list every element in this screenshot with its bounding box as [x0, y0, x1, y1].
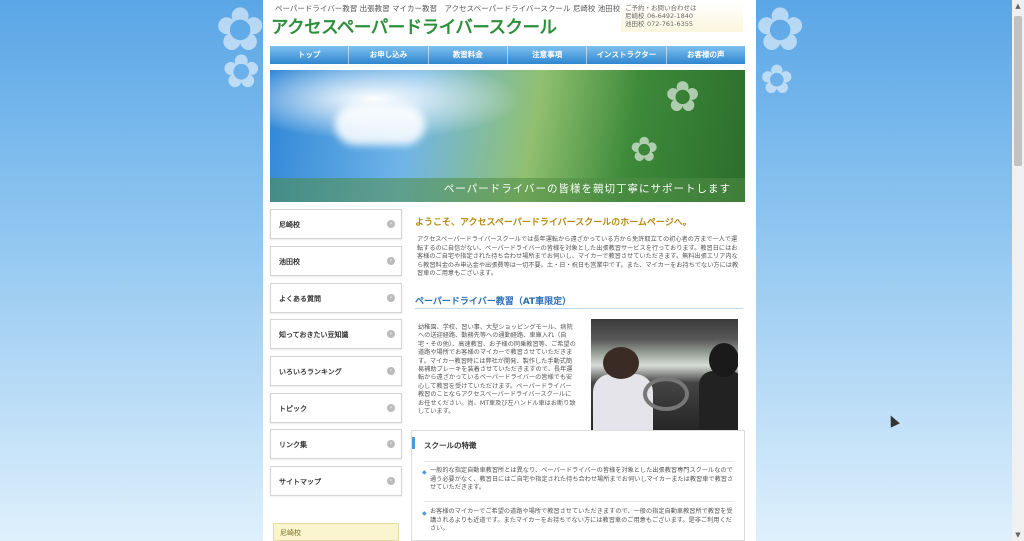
features-divider — [424, 501, 734, 502]
hero-cloud — [335, 105, 425, 145]
chevron-right-icon: › — [387, 404, 395, 412]
section-divider — [415, 308, 743, 309]
driving-lesson-photo — [591, 319, 738, 435]
flower-decoration-icon: ✿ — [755, 0, 806, 65]
features-divider — [424, 461, 734, 462]
sidebar-item-label: いろいろランキング — [279, 368, 342, 376]
chevron-right-icon: › — [387, 440, 395, 448]
contact-phone[interactable]: 072-761-6355 — [647, 20, 693, 28]
hero-banner: ✿ ✿ ペーパードライバーの皆様を親切丁寧にサポートします — [270, 70, 745, 202]
sidebar-school-box: 尼崎校 — [273, 523, 399, 541]
nav-fees[interactable]: 教習料金 — [429, 46, 508, 64]
nav-notes[interactable]: 注意事項 — [508, 46, 588, 64]
features-title: スクールの特徴 — [424, 441, 477, 450]
steering-wheel-icon — [643, 377, 689, 411]
chevron-right-icon: › — [387, 477, 395, 485]
contact-phone[interactable]: 06-6492-1840 — [647, 12, 693, 20]
photo-student-head — [709, 343, 738, 377]
bullet-icon: ◆ — [422, 510, 427, 517]
nav-top[interactable]: トップ — [270, 46, 350, 64]
nav-voice[interactable]: お客様の声 — [667, 46, 745, 64]
mouse-cursor-icon — [886, 413, 900, 428]
main-nav: トップ お申し込み 教習料金 注意事項 インストラクター お客様の声 — [270, 46, 745, 64]
sidebar-item-topics[interactable]: トピック › — [270, 393, 402, 423]
chevron-right-icon: › — [387, 367, 395, 375]
feature-item: 一般的な指定自動車教習所とは異なり、ペーパードライバーの皆様を対象とした出張教習… — [430, 467, 734, 492]
sidebar-item-label: 尼崎校 — [279, 221, 300, 229]
sidebar-item-links[interactable]: リンク集 › — [270, 429, 402, 459]
sidebar-item-ikeda[interactable]: 池田校 › — [270, 246, 402, 276]
photo-instructor — [593, 374, 653, 435]
feature-item: お客様のマイカーでご希望の道路や場所で教習させていただきますので、一般の指定自動… — [430, 508, 733, 533]
features-title-bar — [412, 437, 415, 449]
contact-row: 尼崎校 06-6492-1840 — [625, 12, 739, 20]
scroll-down-icon[interactable]: ▼ — [1012, 529, 1024, 541]
nav-apply[interactable]: お申し込み — [349, 46, 429, 64]
sidebar-item-label: 知っておきたい豆知識 — [279, 331, 349, 339]
photo-student — [699, 371, 738, 435]
chevron-right-icon: › — [387, 330, 395, 338]
flower-decoration-icon: ✿ — [222, 44, 261, 98]
nav-instructor[interactable]: インストラクター — [587, 46, 667, 64]
leaf-decoration-icon: ✿ — [630, 130, 659, 170]
contact-box: ご予約・お問い合わせは 尼崎校 06-6492-1840 池田校 072-761-6… — [621, 2, 743, 32]
sidebar-item-sitemap[interactable]: サイトマップ › — [270, 466, 402, 496]
sidebar-item-amagasaki[interactable]: 尼崎校 › — [270, 209, 402, 239]
scroll-up-icon[interactable]: ▲ — [1012, 0, 1024, 12]
features-box: スクールの特徴 ◆ 一般的な指定自動車教習所とは異なり、ペーパードライバーの皆様… — [411, 430, 745, 541]
sidebar-item-label: 池田校 — [279, 258, 300, 266]
chevron-right-icon: › — [387, 220, 395, 228]
sidebar-item-ranking[interactable]: いろいろランキング › — [270, 356, 402, 386]
site-tagline: ペーパードライバー教習 出張教習 マイカー教習 アクセスペーパードライバースクー… — [275, 4, 621, 13]
sidebar-item-label: よくある質問 — [279, 295, 321, 303]
welcome-heading: ようこそ、アクセスペーパードライバースクールのホームページへ。 — [415, 218, 692, 228]
chevron-right-icon: › — [387, 294, 395, 302]
scrollbar-thumb[interactable] — [1014, 16, 1022, 166]
flower-decoration-icon: ✿ — [760, 57, 794, 103]
leaf-decoration-icon: ✿ — [665, 72, 701, 121]
hero-caption: ペーパードライバーの皆様を親切丁寧にサポートします — [443, 183, 731, 195]
bullet-icon: ◆ — [422, 469, 427, 476]
sidebar-item-label: サイトマップ — [279, 478, 321, 486]
intro-text: アクセスペーパードライバースクールでは長年運転から遠ざかっている方から免許取立て… — [417, 236, 739, 278]
contact-heading: ご予約・お問い合わせは — [625, 4, 697, 12]
section-description: 幼稚園、学校、習い事、大型ショッピングモール、病院への送迎経路、勤務先等への通勤… — [418, 324, 576, 416]
contact-label: 尼崎校 — [625, 12, 645, 20]
site-title[interactable]: アクセスペーパードライバースクール — [271, 14, 557, 39]
section-title: ペーパードライバー教習（AT車限定） — [415, 297, 572, 307]
contact-label: 池田校 — [625, 20, 645, 28]
sidebar-item-faq[interactable]: よくある質問 › — [270, 283, 402, 313]
sidebar-item-tips[interactable]: 知っておきたい豆知識 › — [270, 319, 402, 349]
vertical-scrollbar[interactable]: ▲ ▼ — [1012, 0, 1024, 541]
chevron-right-icon: › — [387, 257, 395, 265]
page-container: ペーパードライバー教習 出張教習 マイカー教習 アクセスペーパードライバースクー… — [263, 0, 756, 541]
sidebar-item-label: トピック — [279, 405, 307, 413]
sidebar-item-label: リンク集 — [279, 441, 307, 449]
sidebar-school-label: 尼崎校 — [280, 529, 301, 537]
photo-instructor-head — [603, 347, 639, 379]
contact-row: 池田校 072-761-6355 — [625, 20, 739, 28]
